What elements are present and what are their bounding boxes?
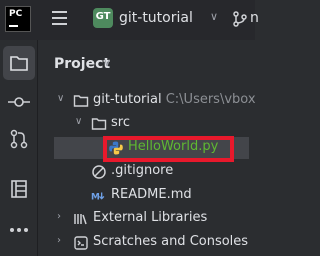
folder-icon xyxy=(91,118,107,130)
commit-tool-button[interactable] xyxy=(0,85,38,119)
tree-item-label: .gitignore xyxy=(111,163,174,178)
tree-item-label: git-tutorial xyxy=(93,92,162,107)
folder-icon xyxy=(10,56,28,71)
expand-arrow-icon[interactable]: › xyxy=(57,235,61,246)
branch-icon[interactable] xyxy=(230,9,250,29)
markdown-file-icon: M xyxy=(91,192,105,203)
tree-item-scratches[interactable]: › Scratches and Consoles xyxy=(39,232,255,254)
pull-requests-tool-button[interactable] xyxy=(0,122,38,156)
project-badge[interactable]: GT xyxy=(93,8,113,28)
more-icon xyxy=(10,228,28,232)
panel-title[interactable]: Project xyxy=(54,56,110,72)
tree-item-label: External Libraries xyxy=(93,210,208,225)
tree-item-gitignore[interactable]: .gitignore xyxy=(39,161,255,183)
pull-request-icon xyxy=(10,129,28,149)
app-logo-text: PC xyxy=(9,9,23,19)
tree-item-label: Scratches and Consoles xyxy=(93,234,249,249)
tree-item-root[interactable]: ∨ git-tutorial C:\Users\vbox xyxy=(39,90,256,112)
tree-item-root-text: git-tutorial C:\Users\vbox xyxy=(93,92,256,107)
tool-window-bar xyxy=(0,40,38,256)
tree-item-path-hint: C:\Users\vbox xyxy=(165,92,256,107)
project-name[interactable]: git-tutorial xyxy=(119,10,193,26)
structure-tool-button[interactable] xyxy=(0,172,38,206)
expand-arrow-icon[interactable]: › xyxy=(57,211,61,222)
structure-icon xyxy=(11,180,27,198)
commit-icon xyxy=(8,97,30,107)
expand-arrow-icon[interactable]: ∨ xyxy=(75,116,82,127)
project-badge-text: GT xyxy=(95,11,111,22)
branch-name[interactable]: n xyxy=(250,10,259,26)
project-dropdown-chevron-icon[interactable]: ∨ xyxy=(210,10,218,23)
annotation-highlight-box xyxy=(103,136,234,162)
more-tools-button[interactable] xyxy=(0,213,38,247)
ignore-file-icon xyxy=(92,165,106,179)
panel-title-chevron-icon[interactable]: ∨ xyxy=(103,56,111,69)
title-bar: PC GT git-tutorial ∨ n xyxy=(0,0,259,40)
tree-item-label: src xyxy=(111,115,130,130)
tree-item-label: README.md xyxy=(111,187,192,202)
folder-icon xyxy=(73,95,89,107)
scratches-icon xyxy=(74,236,88,250)
tree-item-readme[interactable]: M README.md xyxy=(39,185,255,207)
app-logo[interactable]: PC xyxy=(5,6,31,32)
svg-text:M: M xyxy=(91,193,100,203)
expand-arrow-icon[interactable]: ∨ xyxy=(57,93,64,104)
project-tool-button[interactable] xyxy=(3,46,35,80)
tree-item-external-libraries[interactable]: › External Libraries xyxy=(39,208,255,230)
main-menu-icon[interactable] xyxy=(52,11,68,27)
app-logo-bar xyxy=(9,25,18,27)
libraries-icon xyxy=(74,214,87,225)
tree-item-src[interactable]: ∨ src xyxy=(39,113,255,135)
